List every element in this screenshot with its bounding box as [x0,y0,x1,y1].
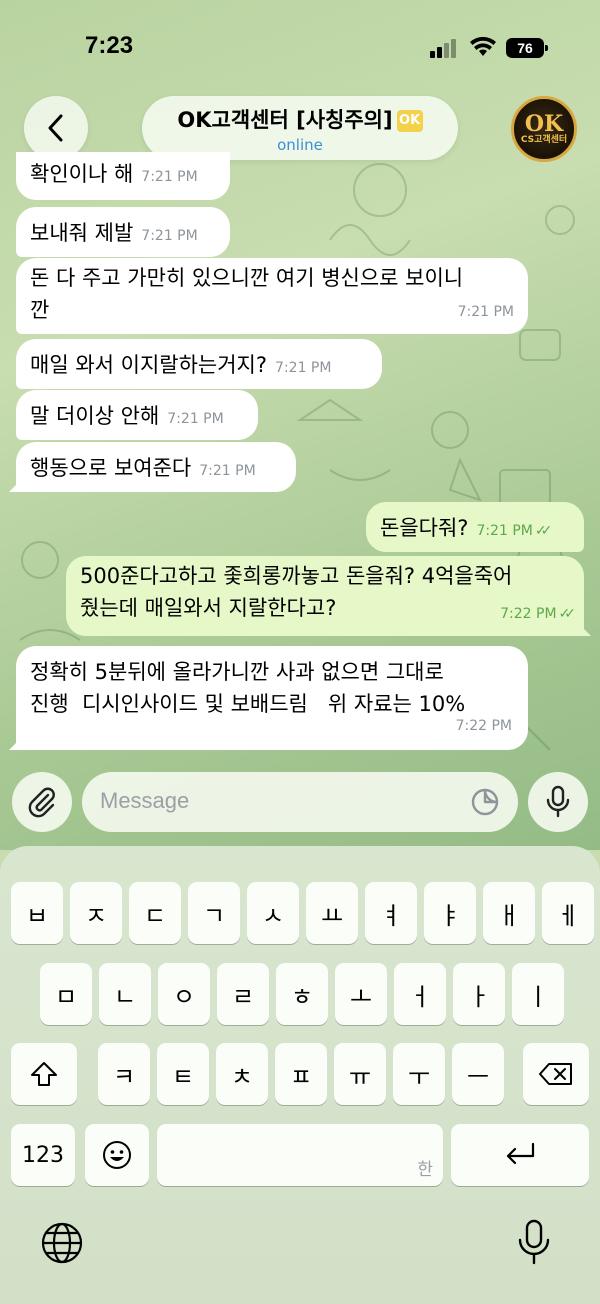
key-row2-0[interactable]: ㅁ [40,963,92,1025]
message-time: 7:21 PM [476,523,533,539]
message-text: 돈을다줘? [380,516,469,540]
message-meta: 7:22 PM ✓✓ [492,595,577,630]
message-time: 7:22 PM [500,606,557,622]
message-bubble-incoming[interactable]: 정확히 5분뒤에 올라가니깐 사과 없으면 그대로 진행 디시인사이드 및 보배… [9,646,528,750]
key-row2-6[interactable]: ㅓ [394,963,446,1025]
language-hint: 한 [417,1160,433,1180]
message-bubble-outgoing[interactable]: 돈을다줘? 7:21 PM ✓✓ [366,502,584,552]
dictation-button[interactable] [516,1218,556,1268]
attach-button[interactable] [12,772,72,832]
key-row2-1[interactable]: ㄴ [99,963,151,1025]
read-checkmarks-icon: ✓✓ [558,606,577,622]
message-text: 행동으로 보여준다 [30,456,192,480]
key-row1-2[interactable]: ㄷ [129,882,181,944]
message-text: 확인이나 해 [30,162,134,186]
message-time: 7:21 PM [275,360,332,376]
message-time: 7:22 PM [455,718,512,734]
shift-key[interactable] [11,1043,77,1105]
shift-icon [31,1062,57,1086]
key-row3-1[interactable]: ㅌ [157,1043,209,1105]
key-row3-4[interactable]: ㅠ [334,1043,386,1105]
back-button[interactable] [24,96,88,160]
message-bubble-incoming[interactable]: 돈 다 주고 가만히 있으니깐 여기 병신으로 보이니 깐 7:21 PM [16,258,528,334]
key-row1-0[interactable]: ㅂ [11,882,63,944]
wifi-icon [470,36,496,56]
return-key[interactable] [451,1124,589,1186]
delete-icon [539,1063,572,1085]
chat-title-row: OK고객센터 [사칭주의] OK [142,104,458,134]
message-input[interactable]: Message [82,772,518,832]
key-row1-5[interactable]: ㅛ [306,882,358,944]
key-row2-5[interactable]: ㅗ [335,963,387,1025]
key-row2-2[interactable]: ㅇ [158,963,210,1025]
key-row3-2[interactable]: ㅊ [216,1043,268,1105]
key-row3-5[interactable]: ㅜ [393,1043,445,1105]
message-bubble-incoming[interactable]: 보내줘 제발 7:21 PM [16,207,230,257]
message-text: 정확히 5분뒤에 올라가니깐 사과 없으면 그대로 진행 디시인사이드 및 보배… [30,660,466,716]
message-time: 7:21 PM [199,463,256,479]
space-key[interactable]: 한 [157,1124,443,1186]
key-row3-0[interactable]: ㅋ [98,1043,150,1105]
korean-keyboard: ㅂㅈㄷㄱㅅㅛㅕㅑㅐㅔ ㅁㄴㅇㄹㅎㅗㅓㅏㅣ ㅋㅌㅊㅍㅠㅜㅡ 123 한 [0,846,600,1304]
avatar[interactable]: OK CS고객센터 [511,96,577,162]
ok-emoji-icon: OK [396,110,423,132]
key-row1-4[interactable]: ㅅ [247,882,299,944]
emoji-key[interactable] [85,1124,149,1186]
key-row2-4[interactable]: ㅎ [276,963,328,1025]
battery-level: 76 [517,40,533,56]
read-checkmarks-icon: ✓✓ [534,523,553,539]
message-bubble-incoming[interactable]: 확인이나 해 7:21 PM [16,152,230,200]
message-time: 7:21 PM [167,411,224,427]
message-bubble-incoming[interactable]: 매일 와서 이지랄하는거지? 7:21 PM [16,339,382,389]
key-row1-6[interactable]: ㅕ [365,882,417,944]
microphone-button[interactable] [528,772,588,832]
message-bubble-outgoing[interactable]: 500준다고하고 좇희롱까놓고 돈을줘? 4억을죽어 줬는데 매일와서 지랄한다… [66,556,591,636]
avatar-logo-text: OK [524,111,564,137]
key-row2-3[interactable]: ㄹ [217,963,269,1025]
backspace-key[interactable] [523,1043,589,1105]
key-row3-3[interactable]: ㅍ [275,1043,327,1105]
sticker-icon[interactable] [470,787,500,817]
globe-icon [41,1222,83,1264]
status-time: 7:23 [85,32,134,59]
status-bar: 7:23 76 [0,0,600,96]
numbers-key[interactable]: 123 [11,1124,75,1186]
message-time: 7:21 PM [141,169,198,185]
message-text: 돈 다 주고 가만히 있으니깐 여기 병신으로 보이니 깐 [30,266,464,322]
message-bubble-incoming[interactable]: 말 더이상 안해 7:21 PM [16,390,258,440]
key-row1-1[interactable]: ㅈ [70,882,122,944]
microphone-icon [518,1219,550,1265]
message-time: 7:21 PM [141,228,198,244]
message-placeholder: Message [100,788,190,813]
key-row1-7[interactable]: ㅑ [424,882,476,944]
chat-title: OK고객센터 [사칭주의] [177,108,393,132]
emoji-icon [103,1141,131,1169]
key-row1-3[interactable]: ㄱ [188,882,240,944]
message-bubble-incoming[interactable]: 행동으로 보여준다 7:21 PM [9,442,296,492]
message-text: 500준다고하고 좇희롱까놓고 돈을줘? 4억을죽어 줬는데 매일와서 지랄한다… [80,564,513,620]
key-row2-8[interactable]: ㅣ [512,963,564,1025]
battery-icon: 76 [506,38,548,58]
globe-button[interactable] [40,1221,86,1267]
paperclip-icon [28,787,55,818]
message-text: 매일 와서 이지랄하는거지? [30,353,268,377]
message-text: 보내줘 제발 [30,221,134,245]
message-text: 말 더이상 안해 [30,404,160,428]
chat-header[interactable]: OK고객센터 [사칭주의] OK online [142,96,458,160]
key-row1-8[interactable]: ㅐ [483,882,535,944]
microphone-icon [546,785,570,818]
key-row3-6[interactable]: ㅡ [452,1043,504,1105]
numbers-key-label: 123 [22,1142,64,1168]
chevron-left-icon [48,114,63,142]
message-time: 7:21 PM [457,304,514,320]
avatar-logo-subtext: CS고객센터 [520,135,568,145]
key-row1-9[interactable]: ㅔ [542,882,594,944]
cellular-signal-icon [430,38,460,58]
key-row2-7[interactable]: ㅏ [453,963,505,1025]
return-icon [506,1142,535,1165]
